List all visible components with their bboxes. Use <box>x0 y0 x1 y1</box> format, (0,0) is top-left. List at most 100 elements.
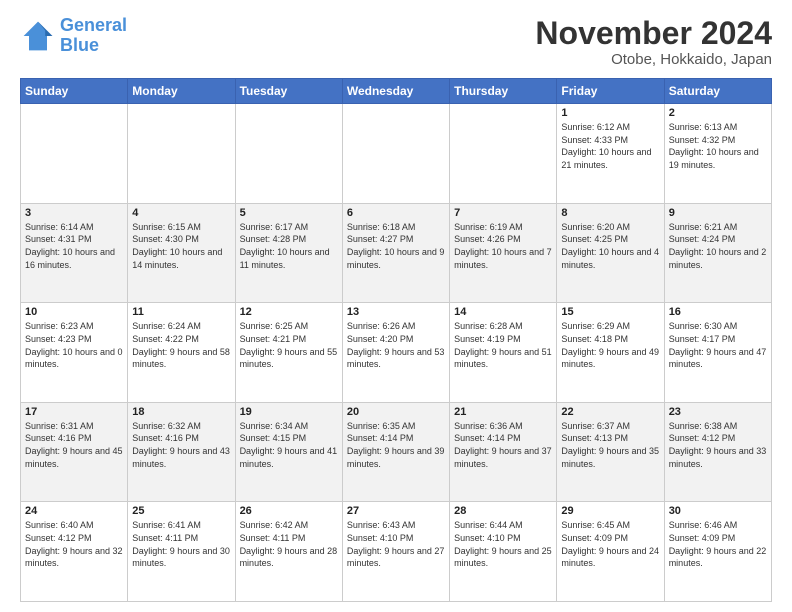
calendar-cell: 14 Sunrise: 6:28 AMSunset: 4:19 PMDayligh… <box>450 303 557 403</box>
day-info: Sunrise: 6:25 AMSunset: 4:21 PMDaylight:… <box>240 320 338 370</box>
day-info: Sunrise: 6:14 AMSunset: 4:31 PMDaylight:… <box>25 221 123 271</box>
week-row-3: 17 Sunrise: 6:31 AMSunset: 4:16 PMDayligh… <box>21 402 772 502</box>
calendar-cell: 15Sunrise: 6:29 AMSunset: 4:18 PMDayligh… <box>557 303 664 403</box>
day-info: Sunrise: 6:17 AMSunset: 4:28 PMDaylight:… <box>240 221 338 271</box>
calendar-cell: 13 Sunrise: 6:26 AMSunset: 4:20 PMDayligh… <box>342 303 449 403</box>
calendar-cell: 7Sunrise: 6:19 AMSunset: 4:26 PMDaylight… <box>450 203 557 303</box>
day-number: 23 <box>669 406 767 418</box>
day-info: Sunrise: 6:12 AMSunset: 4:33 PMDaylight:… <box>561 121 659 171</box>
day-number: 4 <box>132 207 230 219</box>
calendar-cell: 22 Sunrise: 6:37 AMSunset: 4:13 PMDayligh… <box>557 402 664 502</box>
day-number: 21 <box>454 406 552 418</box>
day-info: Sunrise: 6:13 AMSunset: 4:32 PMDaylight:… <box>669 121 767 171</box>
weekday-wednesday: Wednesday <box>342 79 449 104</box>
calendar-cell: 20 Sunrise: 6:35 AMSunset: 4:14 PMDayligh… <box>342 402 449 502</box>
calendar-cell: 18 Sunrise: 6:32 AMSunset: 4:16 PMDayligh… <box>128 402 235 502</box>
day-info: Sunrise: 6:36 AMSunset: 4:14 PMDaylight:… <box>454 420 552 470</box>
day-info: Sunrise: 6:20 AMSunset: 4:25 PMDaylight:… <box>561 221 659 271</box>
day-number: 19 <box>240 406 338 418</box>
day-number: 6 <box>347 207 445 219</box>
weekday-monday: Monday <box>128 79 235 104</box>
weekday-friday: Friday <box>557 79 664 104</box>
calendar-cell <box>235 104 342 204</box>
calendar-cell: 3Sunrise: 6:14 AMSunset: 4:31 PMDaylight… <box>21 203 128 303</box>
calendar-cell: 5 Sunrise: 6:17 AMSunset: 4:28 PMDaylight… <box>235 203 342 303</box>
day-number: 27 <box>347 505 445 517</box>
weekday-sunday: Sunday <box>21 79 128 104</box>
day-info: Sunrise: 6:32 AMSunset: 4:16 PMDaylight:… <box>132 420 230 470</box>
day-number: 10 <box>25 306 123 318</box>
calendar-cell: 2Sunrise: 6:13 AMSunset: 4:32 PMDaylight… <box>664 104 771 204</box>
day-number: 17 <box>25 406 123 418</box>
calendar-cell: 11 Sunrise: 6:24 AMSunset: 4:22 PMDayligh… <box>128 303 235 403</box>
day-info: Sunrise: 6:43 AMSunset: 4:10 PMDaylight:… <box>347 519 445 569</box>
day-number: 25 <box>132 505 230 517</box>
title-block: November 2024 Otobe, Hokkaido, Japan <box>535 16 772 68</box>
calendar-cell: 29 Sunrise: 6:45 AMSunset: 4:09 PMDayligh… <box>557 502 664 602</box>
day-info: Sunrise: 6:35 AMSunset: 4:14 PMDaylight:… <box>347 420 445 470</box>
calendar-cell: 25Sunrise: 6:41 AMSunset: 4:11 PMDayligh… <box>128 502 235 602</box>
week-row-0: 1 Sunrise: 6:12 AMSunset: 4:33 PMDaylight… <box>21 104 772 204</box>
day-number: 9 <box>669 207 767 219</box>
calendar-cell <box>450 104 557 204</box>
location: Otobe, Hokkaido, Japan <box>535 51 772 68</box>
calendar-cell: 23 Sunrise: 6:38 AMSunset: 4:12 PMDayligh… <box>664 402 771 502</box>
logo-icon <box>20 18 56 54</box>
day-info: Sunrise: 6:24 AMSunset: 4:22 PMDaylight:… <box>132 320 230 370</box>
day-number: 13 <box>347 306 445 318</box>
calendar-cell: 26 Sunrise: 6:42 AMSunset: 4:11 PMDayligh… <box>235 502 342 602</box>
day-number: 29 <box>561 505 659 517</box>
calendar-cell: 6 Sunrise: 6:18 AMSunset: 4:27 PMDaylight… <box>342 203 449 303</box>
day-number: 5 <box>240 207 338 219</box>
day-info: Sunrise: 6:42 AMSunset: 4:11 PMDaylight:… <box>240 519 338 569</box>
day-info: Sunrise: 6:34 AMSunset: 4:15 PMDaylight:… <box>240 420 338 470</box>
calendar-cell: 10 Sunrise: 6:23 AMSunset: 4:23 PMDayligh… <box>21 303 128 403</box>
day-info: Sunrise: 6:21 AMSunset: 4:24 PMDaylight:… <box>669 221 767 271</box>
day-info: Sunrise: 6:28 AMSunset: 4:19 PMDaylight:… <box>454 320 552 370</box>
day-number: 11 <box>132 306 230 318</box>
calendar-cell <box>21 104 128 204</box>
day-number: 30 <box>669 505 767 517</box>
day-info: Sunrise: 6:31 AMSunset: 4:16 PMDaylight:… <box>25 420 123 470</box>
day-info: Sunrise: 6:30 AMSunset: 4:17 PMDaylight:… <box>669 320 767 370</box>
day-number: 20 <box>347 406 445 418</box>
week-row-2: 10 Sunrise: 6:23 AMSunset: 4:23 PMDayligh… <box>21 303 772 403</box>
logo-line1: General <box>60 15 127 35</box>
day-info: Sunrise: 6:18 AMSunset: 4:27 PMDaylight:… <box>347 221 445 271</box>
day-number: 26 <box>240 505 338 517</box>
day-number: 22 <box>561 406 659 418</box>
calendar-cell: 24 Sunrise: 6:40 AMSunset: 4:12 PMDayligh… <box>21 502 128 602</box>
week-row-1: 3Sunrise: 6:14 AMSunset: 4:31 PMDaylight… <box>21 203 772 303</box>
day-number: 8 <box>561 207 659 219</box>
calendar-cell: 1 Sunrise: 6:12 AMSunset: 4:33 PMDaylight… <box>557 104 664 204</box>
day-number: 28 <box>454 505 552 517</box>
weekday-saturday: Saturday <box>664 79 771 104</box>
day-number: 14 <box>454 306 552 318</box>
day-info: Sunrise: 6:26 AMSunset: 4:20 PMDaylight:… <box>347 320 445 370</box>
logo-line2: Blue <box>60 35 99 55</box>
day-info: Sunrise: 6:23 AMSunset: 4:23 PMDaylight:… <box>25 320 123 370</box>
calendar-cell: 17 Sunrise: 6:31 AMSunset: 4:16 PMDayligh… <box>21 402 128 502</box>
calendar-cell: 9 Sunrise: 6:21 AMSunset: 4:24 PMDaylight… <box>664 203 771 303</box>
day-info: Sunrise: 6:15 AMSunset: 4:30 PMDaylight:… <box>132 221 230 271</box>
day-info: Sunrise: 6:29 AMSunset: 4:18 PMDaylight:… <box>561 320 659 370</box>
calendar-cell: 27 Sunrise: 6:43 AMSunset: 4:10 PMDayligh… <box>342 502 449 602</box>
day-info: Sunrise: 6:38 AMSunset: 4:12 PMDaylight:… <box>669 420 767 470</box>
day-number: 1 <box>561 107 659 119</box>
calendar-cell: 12Sunrise: 6:25 AMSunset: 4:21 PMDayligh… <box>235 303 342 403</box>
day-info: Sunrise: 6:37 AMSunset: 4:13 PMDaylight:… <box>561 420 659 470</box>
day-info: Sunrise: 6:45 AMSunset: 4:09 PMDaylight:… <box>561 519 659 569</box>
day-number: 24 <box>25 505 123 517</box>
calendar-cell <box>342 104 449 204</box>
day-info: Sunrise: 6:44 AMSunset: 4:10 PMDaylight:… <box>454 519 552 569</box>
calendar-cell: 30Sunrise: 6:46 AMSunset: 4:09 PMDayligh… <box>664 502 771 602</box>
week-row-4: 24 Sunrise: 6:40 AMSunset: 4:12 PMDayligh… <box>21 502 772 602</box>
calendar-cell <box>128 104 235 204</box>
calendar-cell: 21 Sunrise: 6:36 AMSunset: 4:14 PMDayligh… <box>450 402 557 502</box>
day-number: 18 <box>132 406 230 418</box>
calendar-cell: 8 Sunrise: 6:20 AMSunset: 4:25 PMDaylight… <box>557 203 664 303</box>
calendar-cell: 4 Sunrise: 6:15 AMSunset: 4:30 PMDaylight… <box>128 203 235 303</box>
logo: General Blue <box>20 16 127 56</box>
month-title: November 2024 <box>535 16 772 51</box>
day-info: Sunrise: 6:40 AMSunset: 4:12 PMDaylight:… <box>25 519 123 569</box>
